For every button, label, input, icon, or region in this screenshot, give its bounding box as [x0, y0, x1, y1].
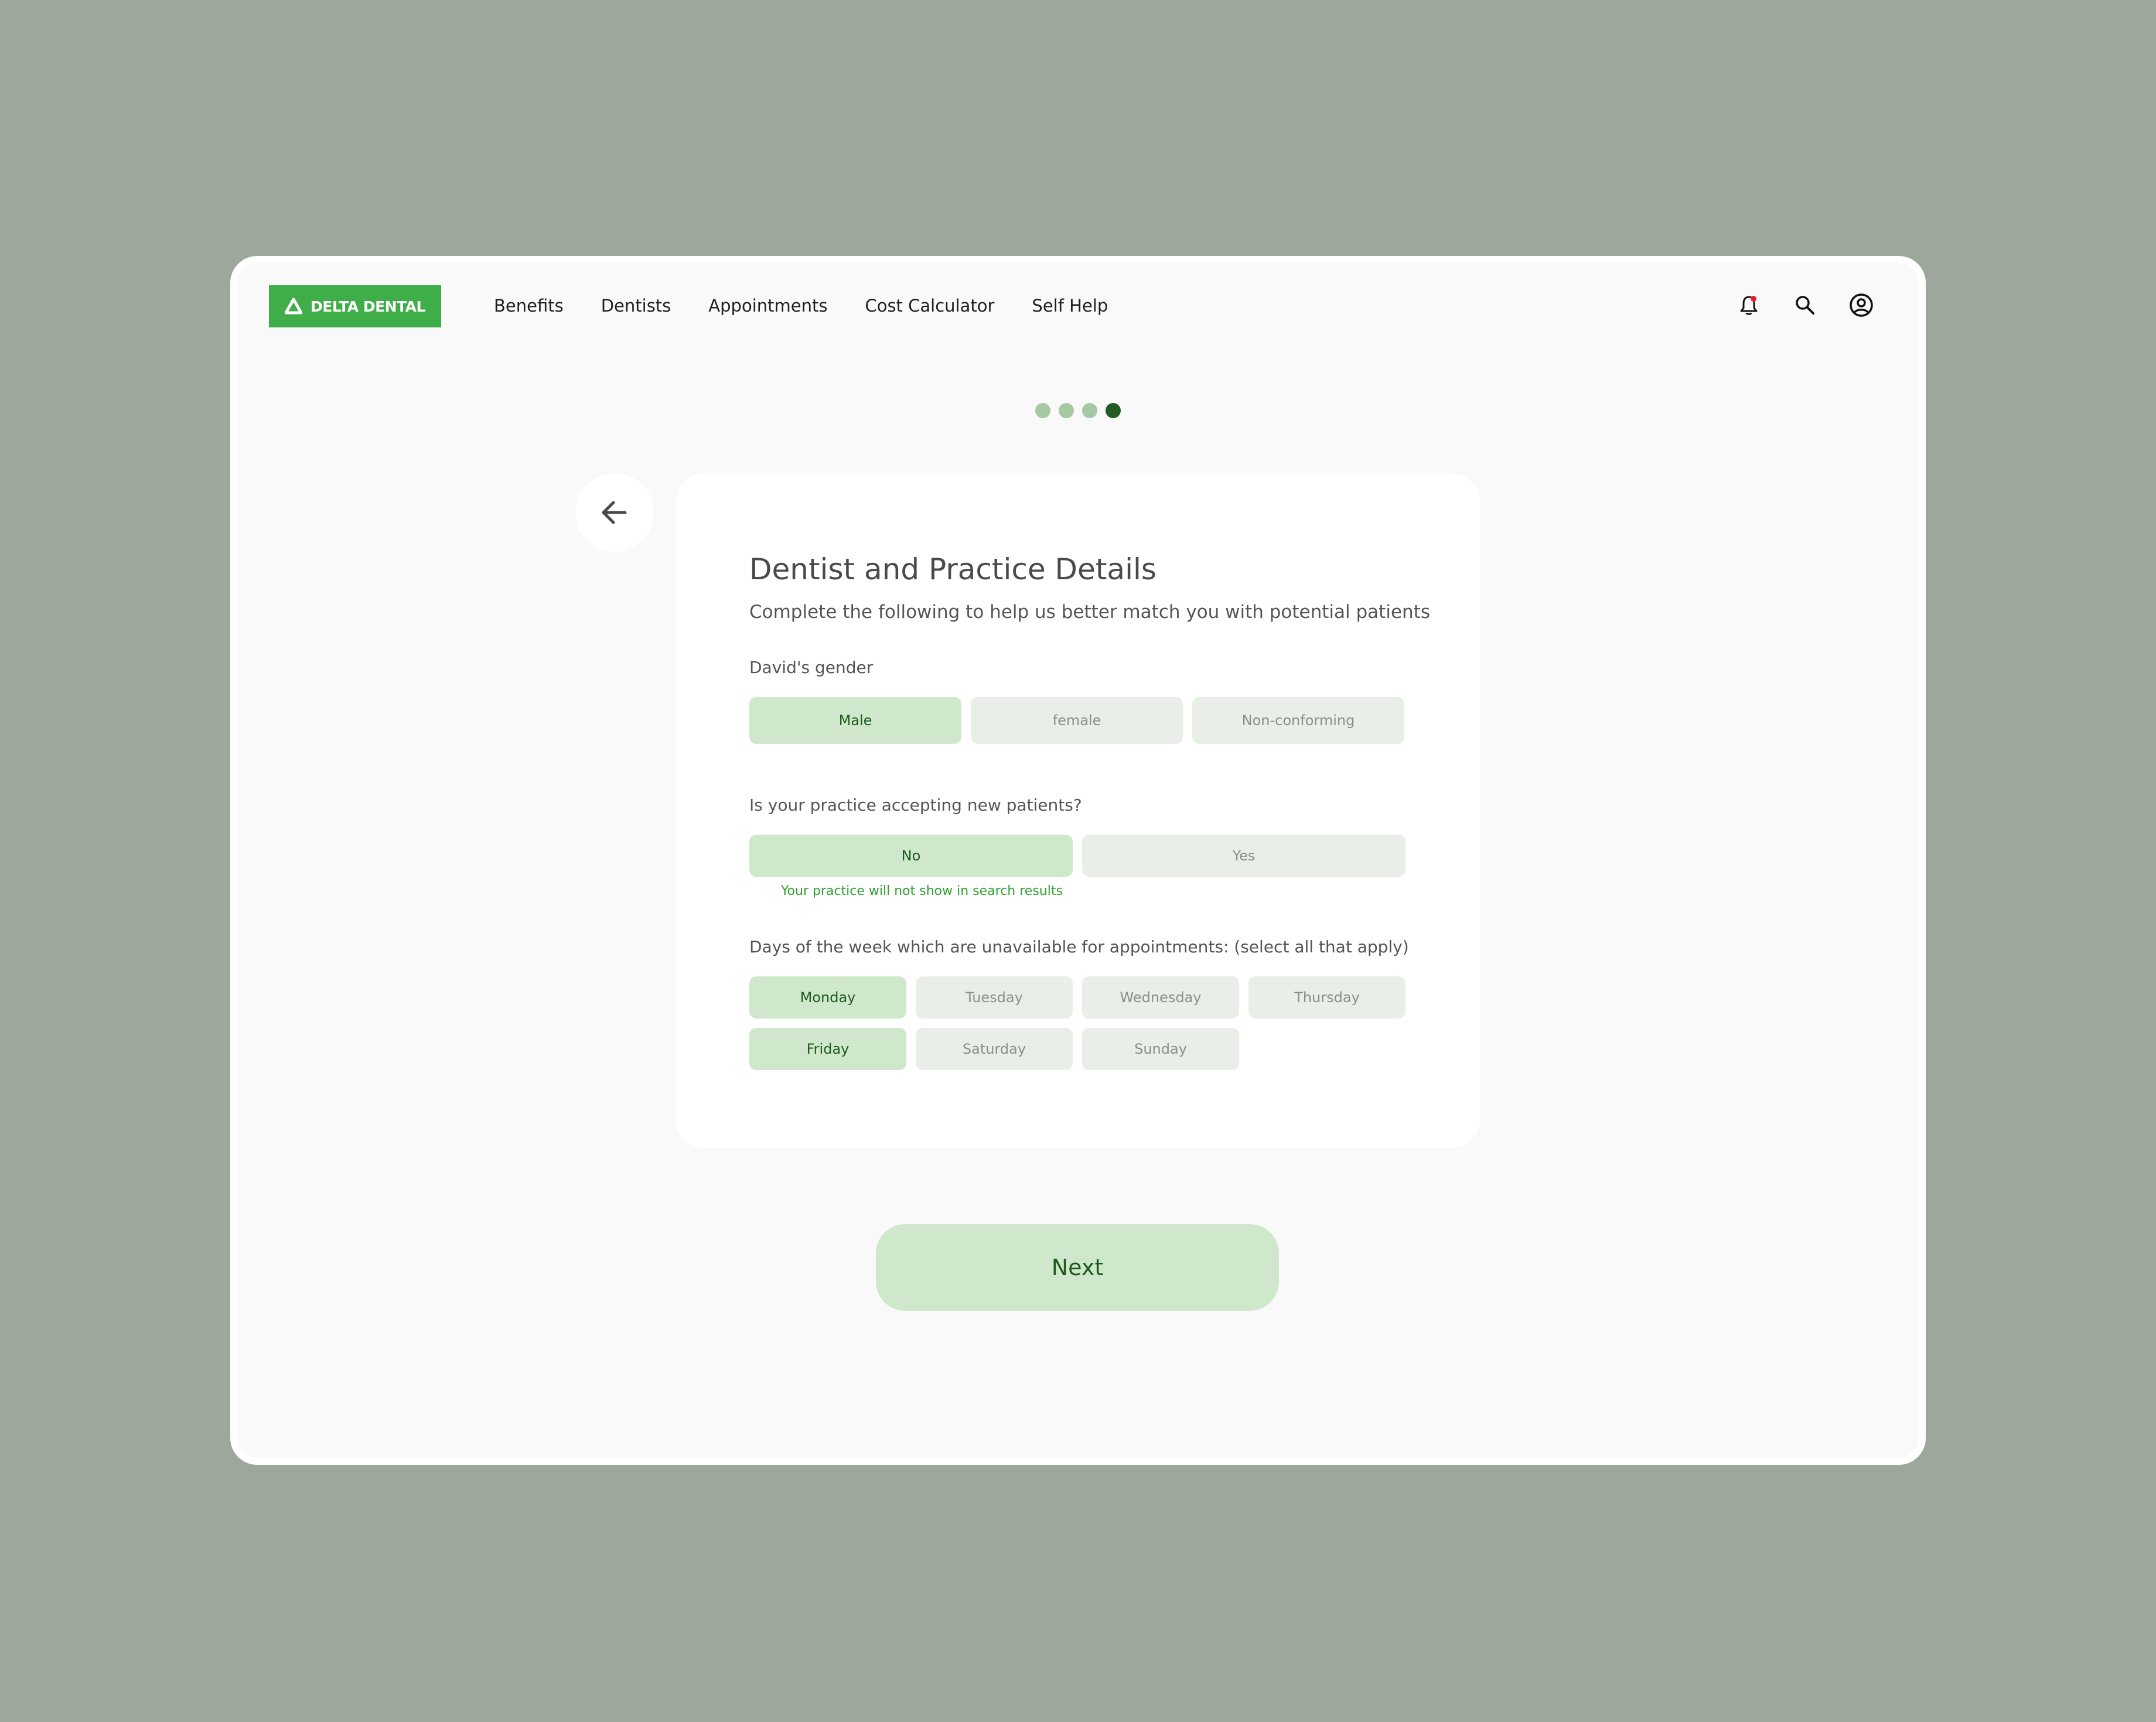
delta-logo-icon — [285, 298, 303, 315]
bell-icon — [1740, 296, 1758, 315]
account-icon — [1850, 293, 1873, 317]
nav-item-appointments[interactable]: Appointments — [708, 296, 827, 316]
search-button[interactable] — [1792, 292, 1818, 318]
day-option-wednesday[interactable]: Wednesday — [1082, 976, 1239, 1019]
nav-item-benefits[interactable]: Benefits — [494, 296, 564, 316]
progress-indicator — [1035, 403, 1121, 418]
day-option-tuesday[interactable]: Tuesday — [916, 976, 1073, 1019]
search-icon — [1796, 296, 1814, 315]
day-option-saturday[interactable]: Saturday — [916, 1028, 1073, 1070]
form-subtitle: Complete the following to help us better… — [749, 602, 1430, 623]
days-section: Days of the week which are unavailable f… — [749, 937, 1409, 1070]
accepting-option-yes[interactable]: Yes — [1082, 835, 1406, 877]
accepting-hint: Your practice will not show in search re… — [781, 884, 1063, 898]
days-options: Monday Tuesday Wednesday Thursday Friday… — [749, 976, 1417, 1070]
days-label: Days of the week which are unavailable f… — [749, 937, 1409, 956]
delta-dental-logo[interactable]: DELTA DENTAL — [269, 285, 441, 327]
gender-options: Male female Non-conforming — [749, 697, 1407, 744]
day-option-monday[interactable]: Monday — [749, 976, 906, 1019]
next-button[interactable]: Next — [876, 1224, 1279, 1311]
progress-dot — [1059, 403, 1074, 418]
notifications-button[interactable] — [1736, 292, 1762, 318]
nav-item-dentists[interactable]: Dentists — [601, 296, 671, 316]
accepting-section: Is your practice accepting new patients?… — [749, 795, 1407, 898]
back-button[interactable] — [575, 473, 654, 552]
day-option-sunday[interactable]: Sunday — [1082, 1028, 1239, 1070]
nav-item-self-help[interactable]: Self Help — [1032, 296, 1108, 316]
day-option-thursday[interactable]: Thursday — [1248, 976, 1406, 1019]
day-option-friday[interactable]: Friday — [749, 1028, 906, 1070]
progress-dot — [1082, 403, 1097, 418]
accepting-label: Is your practice accepting new patients? — [749, 795, 1082, 815]
gender-option-non-conforming[interactable]: Non-conforming — [1192, 697, 1404, 744]
accepting-option-no[interactable]: No — [749, 835, 1073, 877]
accepting-options: No Yes — [749, 835, 1407, 877]
header-actions — [1736, 292, 1874, 318]
brand-name: DELTA DENTAL — [311, 298, 425, 315]
gender-label: David's gender — [749, 658, 874, 677]
gender-option-male[interactable]: Male — [749, 697, 961, 744]
arrow-left-icon — [602, 501, 627, 524]
account-button[interactable] — [1848, 292, 1874, 318]
form-card: Dentist and Practice Details Complete th… — [676, 473, 1480, 1148]
form-title: Dentist and Practice Details — [749, 552, 1157, 586]
progress-dot — [1035, 403, 1050, 418]
app-screen: DELTA DENTAL Benefits Dentists Appointme… — [237, 263, 1919, 1458]
main-nav: Benefits Dentists Appointments Cost Calc… — [494, 296, 1108, 316]
progress-dot-active — [1106, 403, 1121, 418]
gender-section: David's gender Male female Non-conformin… — [749, 658, 1407, 744]
nav-item-cost-calculator[interactable]: Cost Calculator — [865, 296, 994, 316]
app-window: DELTA DENTAL Benefits Dentists Appointme… — [230, 256, 1926, 1465]
gender-option-female[interactable]: female — [971, 697, 1183, 744]
